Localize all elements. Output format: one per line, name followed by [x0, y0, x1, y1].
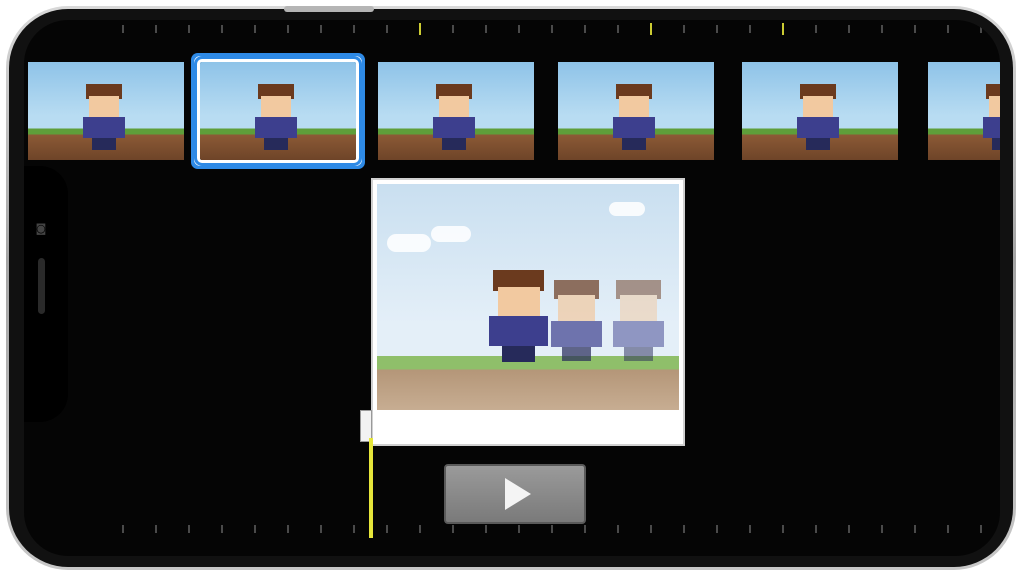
- ruler-tick: [848, 525, 850, 533]
- ruler-tick: [749, 25, 751, 33]
- filmstrip-frame[interactable]: [378, 62, 534, 160]
- ruler-tick: [419, 525, 421, 533]
- ruler-tick: [584, 25, 586, 33]
- timeline-ruler-bottom[interactable]: [24, 522, 1000, 536]
- ruler-tick: [980, 525, 982, 533]
- ruler-tick: [749, 525, 751, 533]
- ruler-tick: [815, 525, 817, 533]
- ruler-tick: [452, 25, 454, 33]
- app-screen: ◙: [24, 20, 1000, 556]
- ruler-tick: [881, 525, 883, 533]
- ruler-tick: [287, 25, 289, 33]
- preview-image: [377, 184, 679, 410]
- ruler-tick: [683, 25, 685, 33]
- ruler-tick: [683, 525, 685, 533]
- frame-preview[interactable]: [371, 178, 685, 446]
- ruler-tick: [485, 25, 487, 33]
- ruler-tick: [914, 25, 916, 33]
- filmstrip-frame-selected[interactable]: [194, 56, 362, 166]
- device-notch: ◙: [24, 166, 68, 422]
- ruler-tick: [353, 25, 355, 33]
- filmstrip-frame[interactable]: [28, 62, 184, 160]
- ruler-tick: [947, 525, 949, 533]
- camera-icon: ◙: [35, 222, 47, 235]
- cloud: [387, 234, 431, 252]
- ruler-tick: [221, 525, 223, 533]
- filmstrip: [24, 56, 1000, 168]
- ruler-tick: [122, 25, 124, 33]
- ruler-tick: [947, 25, 949, 33]
- ruler-tick: [188, 525, 190, 533]
- ruler-tick: [419, 23, 421, 35]
- ruler-tick: [122, 525, 124, 533]
- ruler-tick: [584, 525, 586, 533]
- ruler-tick: [848, 25, 850, 33]
- ruler-tick: [980, 25, 982, 33]
- ruler-tick: [617, 525, 619, 533]
- ruler-tick: [254, 525, 256, 533]
- ruler-tick: [254, 25, 256, 33]
- ruler-tick: [353, 525, 355, 533]
- ruler-tick: [320, 525, 322, 533]
- ruler-tick: [188, 25, 190, 33]
- ruler-tick: [914, 525, 916, 533]
- ruler-tick: [815, 25, 817, 33]
- ruler-tick: [782, 525, 784, 533]
- ruler-tick: [386, 25, 388, 33]
- ruler-tick: [155, 25, 157, 33]
- ruler-tick: [617, 25, 619, 33]
- ruler-tick: [716, 25, 718, 33]
- volume-button: [284, 6, 374, 12]
- ruler-tick: [485, 525, 487, 533]
- ruler-tick: [452, 525, 454, 533]
- ruler-tick: [287, 525, 289, 533]
- ruler-tick: [650, 525, 652, 533]
- filmstrip-frame[interactable]: [742, 62, 898, 160]
- filmstrip-frame[interactable]: [928, 62, 1000, 160]
- play-icon: [505, 478, 531, 510]
- filmstrip-frame[interactable]: [558, 62, 714, 160]
- ruler-tick: [320, 25, 322, 33]
- ruler-tick: [551, 525, 553, 533]
- ruler-tick: [551, 25, 553, 33]
- ruler-tick: [716, 525, 718, 533]
- ruler-tick: [518, 25, 520, 33]
- ruler-tick: [518, 525, 520, 533]
- ruler-tick: [881, 25, 883, 33]
- cloud: [609, 202, 645, 216]
- ruler-tick: [155, 525, 157, 533]
- cloud: [431, 226, 471, 242]
- ruler-tick: [650, 23, 652, 35]
- timeline-ruler-top[interactable]: [24, 22, 1000, 36]
- ruler-tick: [782, 23, 784, 35]
- ruler-tick: [386, 525, 388, 533]
- play-button[interactable]: [444, 464, 586, 524]
- ruler-tick: [221, 25, 223, 33]
- speaker-grille: [38, 258, 45, 314]
